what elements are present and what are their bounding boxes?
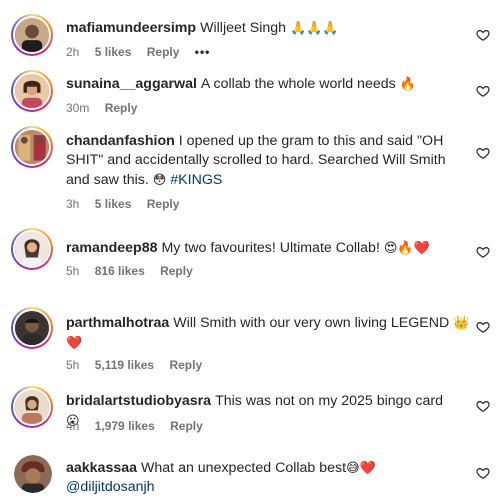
- comment-meta: 3h 5 likes Reply: [66, 197, 191, 211]
- comment-meta: 5h 816 likes Reply: [66, 264, 205, 278]
- username[interactable]: aakkassaa: [66, 460, 137, 476]
- comment-body: This was not on my 2025 bingo card: [215, 393, 443, 409]
- avatar[interactable]: [11, 70, 53, 112]
- timestamp: 4h: [66, 419, 80, 433]
- timestamp: 5h: [66, 264, 80, 278]
- timestamp: 5h: [66, 358, 80, 372]
- heart-icon[interactable]: [476, 466, 490, 480]
- likes-count[interactable]: 1,979 likes: [95, 419, 155, 433]
- heart-icon[interactable]: [476, 84, 490, 98]
- comment-text: aakkassaa What an unexpected Collab best😅…: [66, 458, 456, 497]
- mention-link[interactable]: @diljitdosanjh: [66, 479, 155, 495]
- avatar[interactable]: [11, 307, 53, 349]
- heart-icon[interactable]: [476, 399, 490, 413]
- likes-count[interactable]: 5 likes: [95, 197, 132, 211]
- username[interactable]: chandanfashion: [66, 133, 175, 149]
- heart-icon[interactable]: [476, 320, 490, 334]
- likes-count[interactable]: 5 likes: [95, 45, 132, 59]
- timestamp: 30m: [66, 101, 90, 115]
- reply-button[interactable]: Reply: [160, 264, 193, 278]
- emoji: 😍🔥❤️: [383, 240, 430, 255]
- reply-button[interactable]: Reply: [169, 358, 202, 372]
- heart-icon[interactable]: [476, 146, 490, 160]
- comment-text: chandanfashion I opened up the gram to th…: [66, 132, 466, 190]
- username[interactable]: ramandeep88: [66, 240, 157, 256]
- emoji: 😅❤️: [346, 460, 376, 475]
- comment-meta: 30m Reply: [66, 101, 149, 115]
- comment-text: parthmalhotraa Will Smith with our very o…: [66, 313, 471, 353]
- emoji: 😳: [152, 172, 167, 187]
- comment-body: A collab the whole world needs: [200, 76, 396, 92]
- hashtag-link[interactable]: #KINGS: [170, 172, 222, 188]
- username[interactable]: parthmalhotraa: [66, 315, 169, 331]
- reply-button[interactable]: Reply: [147, 45, 180, 59]
- comment-body: My two favourites! Ultimate Collab!: [161, 240, 380, 256]
- likes-count[interactable]: 5,119 likes: [95, 358, 154, 372]
- username[interactable]: sunaina__aggarwal: [66, 76, 197, 92]
- reply-button[interactable]: Reply: [105, 101, 138, 115]
- avatar[interactable]: [11, 228, 53, 270]
- reply-button[interactable]: Reply: [170, 419, 203, 433]
- timestamp: 2h: [66, 45, 80, 59]
- comment-text: sunaina__aggarwal A collab the whole worl…: [66, 74, 456, 94]
- timestamp: 3h: [66, 197, 80, 211]
- avatar[interactable]: [11, 126, 53, 168]
- heart-icon[interactable]: [476, 28, 490, 42]
- comment-body: Willjeet Singh: [200, 20, 287, 36]
- comment-meta: 4h 1,979 likes Reply: [66, 419, 215, 433]
- likes-count[interactable]: 816 likes: [95, 264, 145, 278]
- emoji: 🙏🙏🙏: [290, 20, 339, 35]
- comment-body: Will Smith with our very own living LEGE…: [173, 315, 450, 331]
- reply-button[interactable]: Reply: [147, 197, 180, 211]
- emoji: 🔥: [399, 76, 416, 91]
- username[interactable]: mafiamundeersimp: [66, 20, 196, 36]
- comment-text: ramandeep88 My two favourites! Ultimate C…: [66, 238, 456, 258]
- avatar[interactable]: [11, 14, 53, 56]
- heart-icon[interactable]: [476, 245, 490, 259]
- comment-meta: 5h 5,119 likes Reply: [66, 358, 214, 372]
- avatar[interactable]: [11, 386, 53, 428]
- comment-text: mafiamundeersimp Willjeet Singh 🙏🙏🙏: [66, 18, 456, 38]
- more-options-button[interactable]: •••: [195, 45, 211, 59]
- comment-meta: 2h 5 likes Reply •••: [66, 45, 222, 59]
- username[interactable]: bridalartstudiobyasra: [66, 393, 211, 409]
- avatar[interactable]: [14, 455, 52, 493]
- comment-body: What an unexpected Collab best: [141, 460, 347, 476]
